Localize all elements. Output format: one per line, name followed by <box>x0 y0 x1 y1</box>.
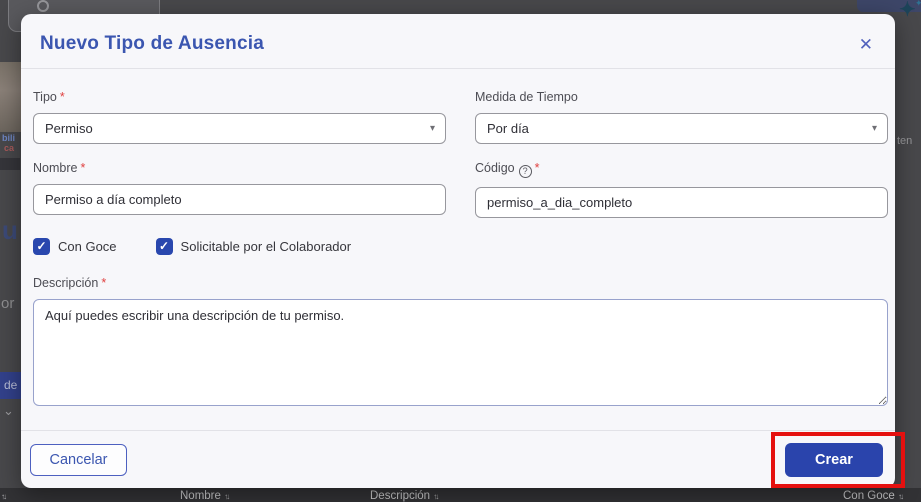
codigo-input[interactable] <box>475 187 888 218</box>
cancel-button[interactable]: Cancelar <box>30 444 127 476</box>
nombre-label: Nombre* <box>33 161 446 175</box>
descripcion-textarea[interactable]: Aquí puedes escribir una descripción de … <box>33 299 888 406</box>
background-column-descripcion: Descripción ↑↓ <box>370 490 437 502</box>
solicitable-checkbox[interactable]: ✓ Solicitable por el Colaborador <box>156 238 352 255</box>
required-asterisk: * <box>80 161 85 175</box>
con-goce-label: Con Goce <box>58 239 117 254</box>
required-asterisk: * <box>535 161 540 175</box>
help-icon[interactable]: ? <box>519 165 532 178</box>
tipo-selected-value: Permiso <box>45 121 93 136</box>
new-absence-type-dialog: Nuevo Tipo de Ausencia ✕ Tipo* Permiso ▾… <box>21 14 895 488</box>
descripcion-label: Descripción* <box>33 276 888 290</box>
sparkle-dot-icon: ✦ <box>915 0 921 9</box>
background-column-con-goce: Con Goce ↑↓ <box>843 490 902 502</box>
chevron-down-icon: ▾ <box>430 123 435 134</box>
background-text-fragment: bili <box>2 133 15 143</box>
checkbox-checked-icon: ✓ <box>33 238 50 255</box>
background-text-fragment: ca <box>4 143 14 153</box>
dialog-body: Tipo* Permiso ▾ Medida de Tiempo Por día… <box>21 69 895 411</box>
medida-selected-value: Por día <box>487 121 529 136</box>
required-asterisk: * <box>101 276 106 290</box>
search-icon <box>37 0 49 12</box>
solicitable-label: Solicitable por el Colaborador <box>181 239 352 254</box>
nombre-input[interactable] <box>33 184 446 215</box>
checkbox-checked-icon: ✓ <box>156 238 173 255</box>
codigo-label: Código?* <box>475 161 888 178</box>
tipo-select[interactable]: Permiso ▾ <box>33 113 446 144</box>
background-column-nombre: Nombre ↑↓ <box>180 490 228 502</box>
sort-icon: ↑↓ <box>898 492 902 501</box>
dialog-title: Nuevo Tipo de Ausencia <box>40 33 264 54</box>
sort-icon: ↑↓ <box>224 492 228 501</box>
background-heading-fragment: u <box>2 215 18 246</box>
create-button[interactable]: Crear <box>785 443 883 477</box>
screen: ✦ ✦ bili ca u or de ⌄ ten ↑↓ Nombre ↑↓ D… <box>0 0 921 502</box>
chevron-down-icon: ⌄ <box>3 403 14 419</box>
background-button-fragment: de <box>0 372 21 399</box>
required-asterisk: * <box>60 90 65 104</box>
medida-label: Medida de Tiempo <box>475 90 888 104</box>
background-text-fragment: ten <box>897 135 912 147</box>
background-text-fragment: or <box>1 295 14 312</box>
sparkle-icon: ✦ <box>899 0 916 22</box>
dialog-header: Nuevo Tipo de Ausencia ✕ <box>21 14 895 69</box>
con-goce-checkbox[interactable]: ✓ Con Goce <box>33 238 117 255</box>
background-table-header <box>0 488 921 502</box>
background-image-thumbnail <box>0 62 21 132</box>
chevron-down-icon: ▾ <box>872 123 877 134</box>
medida-de-tiempo-select[interactable]: Por día ▾ <box>475 113 888 144</box>
sort-icon: ↑↓ <box>433 492 437 501</box>
close-icon[interactable]: ✕ <box>859 36 873 53</box>
background-bar-fragment <box>0 158 20 170</box>
tipo-label: Tipo* <box>33 90 446 104</box>
dialog-footer: Cancelar Crear <box>21 430 895 488</box>
sort-icon: ↑↓ <box>1 490 5 502</box>
